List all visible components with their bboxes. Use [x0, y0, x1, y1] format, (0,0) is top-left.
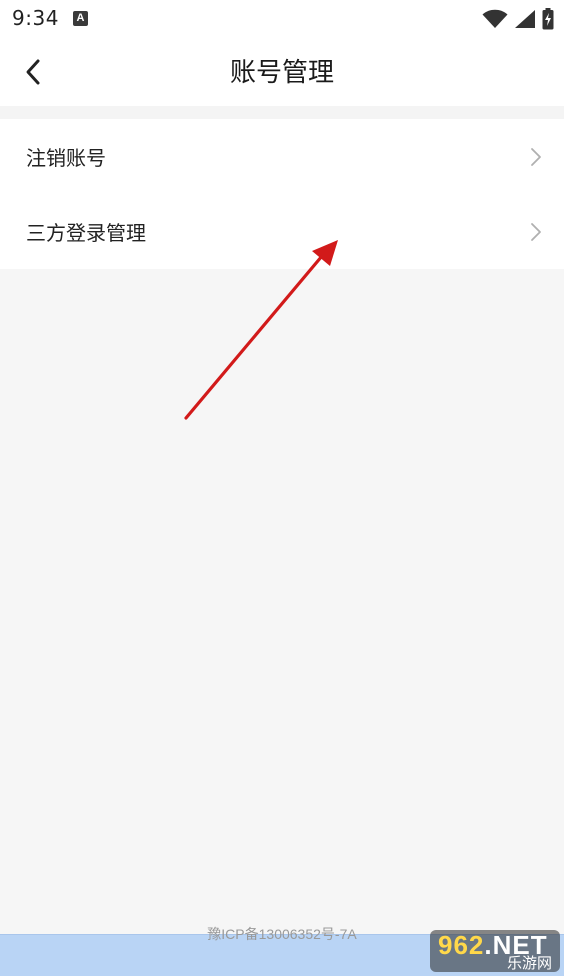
menu-item-label: 注销账号 — [26, 146, 106, 170]
cellular-signal-icon — [515, 10, 535, 28]
wifi-icon — [482, 9, 508, 28]
account-menu-list: 注销账号 三方登录管理 — [0, 119, 564, 269]
menu-item-third-party-login[interactable]: 三方登录管理 — [0, 194, 564, 269]
chevron-left-icon — [26, 59, 40, 85]
watermark-cn: 乐游网 — [506, 955, 552, 972]
notification-a-icon: A — [73, 11, 88, 26]
status-bar: 9:34 A — [0, 0, 564, 40]
app-header: 账号管理 — [0, 40, 564, 106]
back-button[interactable] — [14, 52, 54, 92]
chevron-right-icon — [531, 147, 541, 166]
watermark-number: 962 — [438, 930, 485, 960]
status-time: 9:34 — [12, 6, 59, 30]
site-watermark: 962.NET 乐游网 — [430, 930, 560, 972]
status-icons — [482, 8, 554, 30]
menu-item-label: 三方登录管理 — [26, 221, 146, 245]
page-title: 账号管理 — [229, 58, 334, 88]
menu-item-cancel-account[interactable]: 注销账号 — [0, 119, 564, 194]
chevron-right-icon — [531, 222, 541, 241]
battery-charging-icon — [542, 8, 554, 30]
section-gap — [0, 106, 564, 119]
